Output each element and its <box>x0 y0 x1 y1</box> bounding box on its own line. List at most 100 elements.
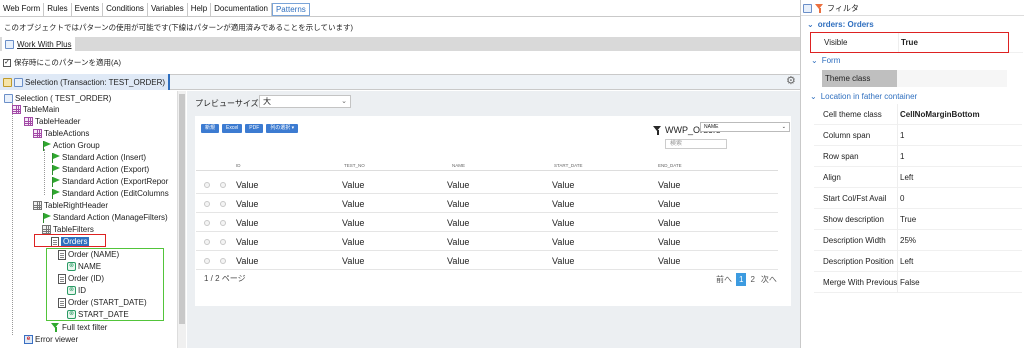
tree-node-action-insert[interactable]: Standard Action (Insert) <box>51 152 146 163</box>
excel-button[interactable]: Excel <box>222 124 243 133</box>
cell: Value <box>552 218 575 228</box>
filter-icon[interactable] <box>815 3 824 13</box>
column-header: ID <box>236 163 241 168</box>
section-label: Form <box>821 56 841 65</box>
row-radio[interactable] <box>220 201 226 207</box>
cell: Value <box>658 237 681 247</box>
row-radio[interactable] <box>220 258 226 264</box>
page-2-button[interactable]: 2 <box>748 273 756 286</box>
search-input[interactable]: 検索 <box>665 139 727 149</box>
search-placeholder: 検索 <box>670 141 683 147</box>
table-row: Value Value Value Value Value <box>196 176 778 194</box>
tree-node-label: TableActions <box>44 129 90 138</box>
tree-node-table-header[interactable]: TableHeader <box>24 116 80 127</box>
error-viewer-icon: e <box>24 335 33 344</box>
divider <box>801 15 1024 16</box>
cell: Value <box>342 237 365 247</box>
edit-columns-button[interactable]: 列の選択 ▾ <box>266 124 299 133</box>
object-title-label: orders: Orders <box>817 20 874 29</box>
tab-events[interactable]: Events <box>72 3 104 16</box>
categorized-icon[interactable] <box>803 3 812 13</box>
flag-icon <box>51 164 60 175</box>
property-key: Theme class <box>825 74 871 83</box>
tree-node-label: Selection ( TEST_ORDER) <box>15 94 112 103</box>
tree-node-action-export-report[interactable]: Standard Action (ExportRepor <box>51 176 168 187</box>
row-radio[interactable] <box>220 182 226 188</box>
cell: Value <box>342 218 365 228</box>
tab-help[interactable]: Help <box>188 3 212 16</box>
pattern-tab-work-with-plus[interactable]: Work With Plus <box>2 37 75 51</box>
tree-node-action-export[interactable]: Standard Action (Export) <box>51 164 149 175</box>
apply-on-save-label: 保存時にこのパターンを適用(A) <box>14 58 121 67</box>
tab-web-form[interactable]: Web Form <box>0 3 45 16</box>
insert-button[interactable]: 新規 <box>201 124 220 133</box>
flag-icon <box>51 188 60 199</box>
preview-size-label: プレビューサイズ <box>195 99 259 108</box>
designer-pane: Web Form Rules Events Conditions Variabl… <box>0 0 800 348</box>
preview-size-value: 大 <box>263 97 271 106</box>
tree-node-label: Standard Action (ManageFilters) <box>53 213 168 222</box>
tab-patterns[interactable]: Patterns <box>271 3 310 16</box>
tree-node-table-right-header[interactable]: TableRightHeader <box>33 200 108 211</box>
next-page-button[interactable]: 次へ <box>759 273 779 286</box>
chevron-down-icon: ⌄ <box>341 98 347 105</box>
tab-rules[interactable]: Rules <box>44 3 72 16</box>
gear-icon[interactable]: ⚙ <box>786 76 797 87</box>
row-radio[interactable] <box>204 220 210 226</box>
row-radio[interactable] <box>220 239 226 245</box>
tree-scrollbar[interactable] <box>177 91 186 348</box>
selection-instance-tab[interactable]: Selection (Transaction: TEST_ORDER) <box>0 74 171 90</box>
tree-node-table-actions[interactable]: TableActions <box>33 128 89 139</box>
preview-size-select[interactable]: 大 ⌄ <box>259 95 351 108</box>
cell: Value <box>658 180 681 190</box>
tree-node-table-main[interactable]: TableMain <box>12 104 59 115</box>
cell: Value <box>342 180 365 190</box>
cell: Value <box>552 180 575 190</box>
row-radio[interactable] <box>204 258 210 264</box>
object-title: ⌄ orders: Orders <box>807 20 874 29</box>
tree-node-error-viewer[interactable]: e Error viewer <box>24 334 78 345</box>
section-form[interactable]: ⌄ Form <box>811 56 840 65</box>
row-radio[interactable] <box>204 182 210 188</box>
row-radio[interactable] <box>204 201 210 207</box>
tree-node-label: TableFilters <box>53 225 94 234</box>
apply-on-save-checkbox[interactable]: ✓ <box>3 58 11 67</box>
theme-class-value[interactable] <box>897 70 1007 87</box>
prev-page-button[interactable]: 前へ <box>714 273 734 286</box>
filter-label[interactable]: フィルタ <box>827 3 859 14</box>
highlight-box-red <box>810 32 1009 53</box>
order-select[interactable]: NAME ⌄ <box>700 122 790 132</box>
cell: Value <box>236 199 259 209</box>
tree-node-manage-filters[interactable]: Standard Action (ManageFilters) <box>42 212 168 223</box>
cell: Value <box>342 256 365 266</box>
tree-node-label: Full text filter <box>62 323 108 332</box>
tab-variables[interactable]: Variables <box>148 3 188 16</box>
table-icon <box>33 201 42 210</box>
tree-node-action-group[interactable]: Action Group <box>42 140 100 151</box>
tree-node-full-text-filter[interactable]: Full text filter <box>51 322 107 333</box>
tab-bar: Web Form Rules Events Conditions Variabl… <box>0 3 310 16</box>
tab-conditions[interactable]: Conditions <box>103 3 148 16</box>
tab-documentation[interactable]: Documentation <box>211 3 272 16</box>
tree-guide-line <box>12 103 13 335</box>
chevron-down-icon: ⌄ <box>781 124 786 130</box>
pdf-button[interactable]: PDF <box>245 124 264 133</box>
apply-on-save-row[interactable]: ✓ 保存時にこのパターンを適用(A) <box>3 57 121 68</box>
property-row-theme-class[interactable]: Theme class <box>822 70 897 87</box>
cell: Value <box>447 256 470 266</box>
table-icon <box>24 117 33 126</box>
row-radio[interactable] <box>220 220 226 226</box>
row-radio[interactable] <box>204 239 210 245</box>
cell: Value <box>342 199 365 209</box>
cell: Value <box>552 256 575 266</box>
page-1-button[interactable]: 1 <box>736 273 747 286</box>
order-select-value: NAME <box>704 124 719 130</box>
tree-node-action-edit-columns[interactable]: Standard Action (EditColumns <box>51 188 169 199</box>
tree-guide-line <box>44 149 45 195</box>
table-row: Value Value Value Value Value <box>196 252 778 270</box>
tree-node-root[interactable]: Selection ( TEST_ORDER) <box>4 93 111 104</box>
selection-icon <box>4 94 13 103</box>
cell: Value <box>447 199 470 209</box>
scrollbar-thumb[interactable] <box>179 94 185 324</box>
tree-node-label: TableMain <box>23 105 60 114</box>
